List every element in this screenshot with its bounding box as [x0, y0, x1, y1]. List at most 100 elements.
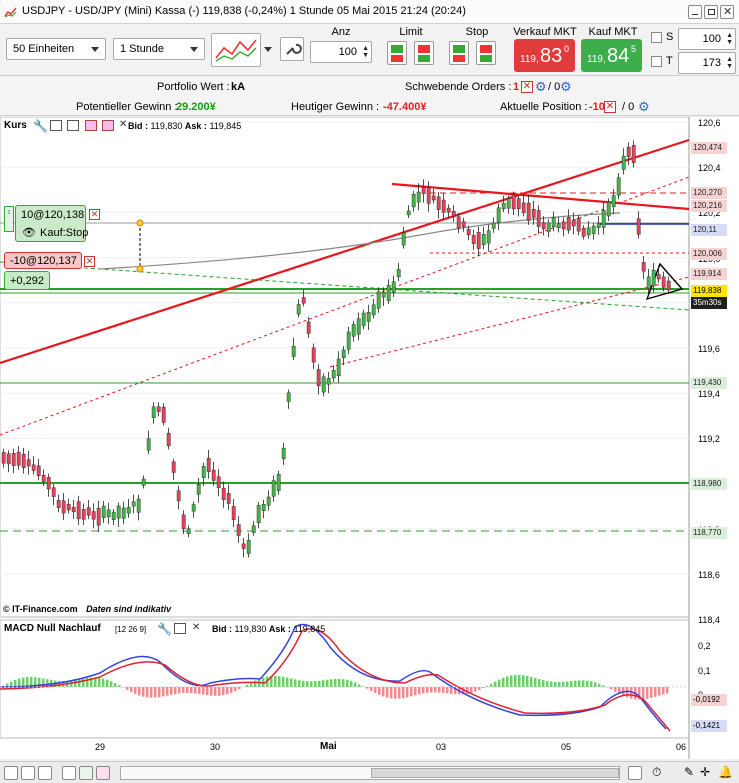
close-icon[interactable]: ✕: [720, 5, 734, 19]
candle-body: [626, 147, 631, 157]
price-tag: 119,838: [691, 285, 727, 297]
candle-body: [571, 219, 576, 227]
draw-pencil-icon[interactable]: ✎: [684, 765, 694, 779]
macd-bar: [414, 687, 417, 696]
spinner-arrows-icon[interactable]: ▲ ▼: [726, 56, 733, 70]
macd-tick: 0,2: [698, 641, 711, 651]
chart-save-icon[interactable]: [67, 120, 79, 131]
candle-body: [76, 501, 81, 520]
candle-body: [316, 369, 321, 387]
candle-body: [466, 228, 471, 235]
trend-tool-icon[interactable]: [96, 766, 110, 780]
profit-value: +0,292: [10, 275, 44, 287]
scrollbar-thumb[interactable]: [371, 768, 619, 778]
chart-close-icon[interactable]: ✕: [119, 119, 127, 130]
price-tick: 119,4: [698, 389, 720, 400]
candle-body: [141, 478, 146, 486]
units-select[interactable]: 50 Einheiten: [6, 38, 106, 60]
candle-body: [646, 276, 651, 289]
zoom-out-icon[interactable]: [21, 766, 35, 780]
macd-bar: [342, 679, 345, 687]
candle-body: [376, 291, 381, 309]
chart-area[interactable]: Kurs 🔧 ✕ Bid : 119,830 Ask : 119,845 ↕ 1…: [0, 117, 739, 759]
price-chart-svg[interactable]: [0, 117, 739, 759]
title-bar: USDJPY - USD/JPY (Mini) Kassa (-) 119,83…: [0, 0, 739, 24]
price-tag: 120,474: [691, 142, 727, 154]
candle-body: [311, 347, 316, 363]
cancel-stop-order-icon[interactable]: ✕: [89, 209, 100, 220]
stop-order-box[interactable]: 10@120,138 👁 Kauf:Stop: [15, 205, 88, 242]
interval-select[interactable]: 1 Stunde: [113, 38, 205, 60]
position-value: -10: [589, 101, 605, 113]
anz-input[interactable]: 100 ▲ ▼: [310, 41, 372, 63]
close-position-icon[interactable]: ✕: [604, 101, 616, 113]
price-tick: 119,2: [698, 434, 720, 445]
t-checkbox[interactable]: [651, 56, 662, 67]
indicator-tool-icon[interactable]: [79, 766, 93, 780]
price-tag: 120,006: [691, 248, 727, 260]
macd-window-icon[interactable]: [174, 623, 186, 634]
macd-close-icon[interactable]: ✕: [192, 622, 200, 633]
stop-sell-button[interactable]: [476, 41, 496, 65]
macd-bar: [530, 676, 533, 687]
candle-body: [406, 210, 411, 216]
candle-body: [41, 475, 46, 482]
t-input[interactable]: 173 ▲ ▼: [678, 52, 736, 74]
measure-handle[interactable]: [136, 219, 144, 227]
time-clock-icon[interactable]: ⏱: [652, 765, 661, 780]
sell-market-button[interactable]: 119, 83 0: [514, 39, 575, 72]
crosshair-icon[interactable]: ✛: [700, 765, 710, 779]
candle-body: [461, 221, 466, 227]
settings-wrench-button[interactable]: [280, 37, 304, 61]
candle-body: [391, 281, 396, 293]
chart-type-dropdown[interactable]: [263, 38, 273, 60]
buy-market-button[interactable]: 119, 84 5: [581, 39, 642, 72]
measure-handle[interactable]: [136, 265, 144, 273]
price-tick: 118,6: [698, 570, 720, 580]
limit-buy-button[interactable]: [387, 41, 407, 65]
minimize-icon[interactable]: [688, 5, 702, 19]
chart-type-button[interactable]: [211, 33, 261, 67]
zoom-in-icon[interactable]: [4, 766, 18, 780]
orders-settings-gear-icon[interactable]: ⚙: [535, 79, 547, 95]
s-checkbox[interactable]: [651, 32, 662, 43]
limit-sell-button[interactable]: [414, 41, 434, 65]
candle-body: [46, 477, 51, 490]
maximize-icon[interactable]: [704, 5, 718, 19]
candle-body: [551, 217, 556, 228]
position-box[interactable]: -10@120,137: [4, 252, 82, 269]
stop-buy-button[interactable]: [449, 41, 469, 65]
potential-profit-value: 29.200¥: [176, 101, 216, 113]
today-profit-value: -47.400¥: [383, 101, 427, 113]
spinner-arrows-icon[interactable]: ▲ ▼: [726, 32, 733, 46]
orders-gear-icon[interactable]: ⚙: [560, 79, 572, 95]
chart-up-icon[interactable]: [102, 120, 114, 131]
bell-icon[interactable]: 🔔: [718, 765, 733, 779]
position-gear-icon[interactable]: ⚙: [638, 99, 650, 115]
close-position-order-icon[interactable]: ✕: [84, 256, 95, 267]
chart-window-icon[interactable]: [50, 120, 62, 131]
ask-value: 119,845: [209, 121, 242, 131]
draw-tool-icon[interactable]: [62, 766, 76, 780]
candle-body: [426, 187, 431, 204]
macd-bar: [658, 687, 661, 696]
zoom-reset-icon[interactable]: [38, 766, 52, 780]
cancel-orders-icon[interactable]: ✕: [521, 81, 533, 93]
order-move-icon[interactable]: ↕: [4, 206, 14, 232]
chart-down-icon[interactable]: [85, 120, 97, 131]
time-label: 06: [676, 742, 687, 752]
spinner-arrows-icon[interactable]: ▲ ▼: [362, 45, 369, 59]
macd-bar: [494, 681, 497, 687]
chart-tools-wrench-icon[interactable]: 🔧: [33, 119, 48, 133]
scroll-end-icon[interactable]: [628, 766, 642, 780]
candle-body: [201, 466, 206, 478]
macd-tools-wrench-icon[interactable]: 🔧: [157, 622, 172, 636]
candle-body: [651, 269, 656, 287]
data-notice: © IT-Finance.com Daten sind indikativ: [3, 604, 171, 614]
macd-bar: [426, 687, 429, 693]
buy-price-small: 119,: [587, 54, 606, 65]
history-scrollbar[interactable]: [120, 766, 620, 780]
s-input[interactable]: 100 ▲ ▼: [678, 28, 736, 50]
candle-body: [261, 503, 266, 511]
profit-box: +0,292: [4, 271, 50, 290]
